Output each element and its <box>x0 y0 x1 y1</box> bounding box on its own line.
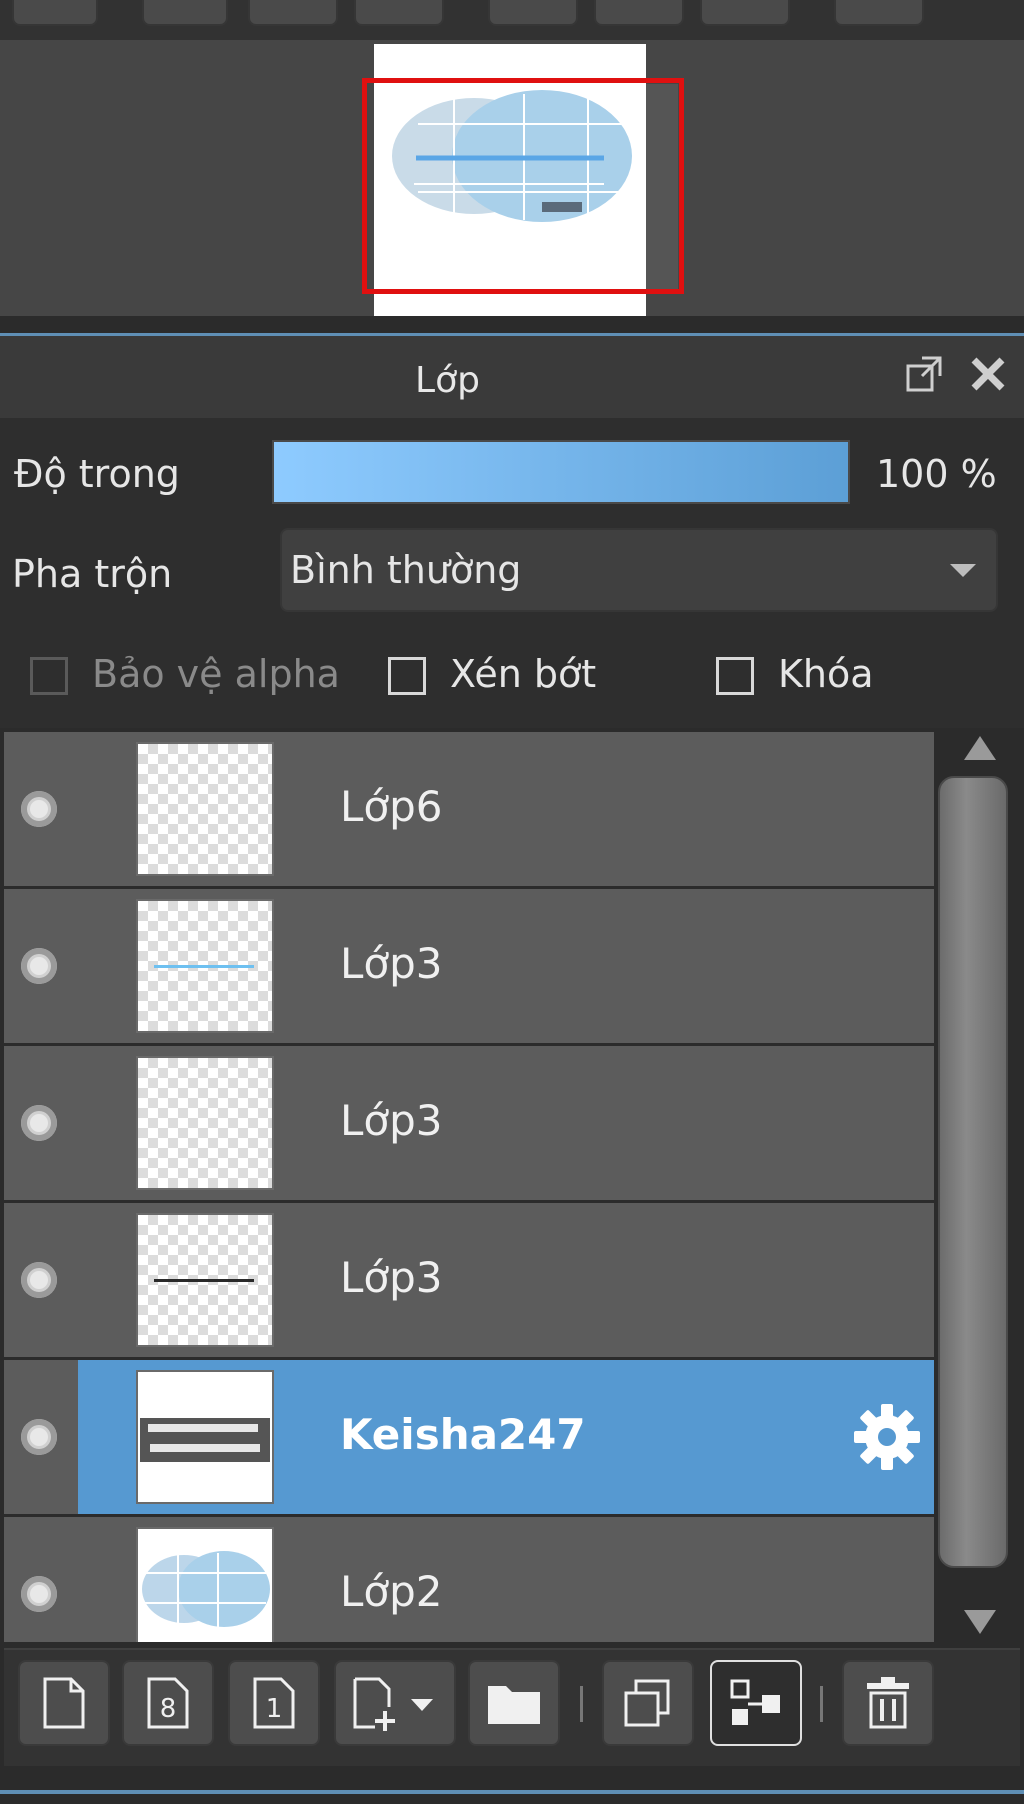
toolbar-button[interactable] <box>354 0 444 26</box>
delete-layer-button[interactable] <box>842 1660 934 1746</box>
popout-icon[interactable] <box>904 354 944 394</box>
add-layer-menu-button[interactable] <box>334 1660 456 1746</box>
layer-thumbnail <box>136 1213 274 1347</box>
toolbar-divider <box>820 1686 823 1722</box>
visibility-toggle[interactable] <box>21 948 57 984</box>
layer-thumbnail <box>136 1370 274 1504</box>
visibility-toggle[interactable] <box>21 1262 57 1298</box>
layer-row-selected[interactable]: Keisha247 <box>4 1360 934 1517</box>
gear-icon[interactable] <box>850 1400 924 1474</box>
layer-actions-toolbar: 8 1 <box>4 1648 1020 1766</box>
trash-icon <box>867 1677 909 1729</box>
viewport-rectangle[interactable] <box>362 78 684 294</box>
layer-row[interactable]: Lớp2 <box>4 1517 934 1642</box>
duplicate-icon <box>624 1679 670 1727</box>
layer-name: Lớp6 <box>340 782 443 831</box>
layer-name: Lớp3 <box>340 939 443 988</box>
lock-checkbox[interactable] <box>716 657 754 695</box>
opacity-slider[interactable] <box>272 440 850 504</box>
visibility-toggle[interactable] <box>21 1105 57 1141</box>
new-folder-button[interactable] <box>468 1660 560 1746</box>
merge-down-icon <box>730 1679 780 1725</box>
new-8bit-layer-button[interactable]: 8 <box>122 1660 214 1746</box>
visibility-toggle[interactable] <box>21 1576 57 1612</box>
folder-icon <box>488 1686 540 1724</box>
layer-row[interactable]: Lớp6 <box>4 732 934 889</box>
layer-row[interactable]: Lớp3 <box>4 889 934 1046</box>
visibility-toggle[interactable] <box>21 791 57 827</box>
opacity-label: Độ trong <box>14 452 180 496</box>
clip-label: Xén bớt <box>450 652 597 696</box>
navigator-panel <box>0 40 1024 316</box>
layer-name: Lớp2 <box>340 1567 443 1616</box>
layer-thumbnail <box>136 899 274 1033</box>
layer-row[interactable]: Lớp3 <box>4 1203 934 1360</box>
toolbar-button[interactable] <box>834 0 924 26</box>
layer-panel-header: Lớp <box>0 336 1024 418</box>
alpha-protect-label: Bảo vệ alpha <box>92 652 340 696</box>
layer-thumbnail <box>136 1527 274 1642</box>
chevron-down-icon <box>950 564 976 577</box>
layer-1bit-icon: 1 <box>253 1677 295 1729</box>
panel-title: Lớp <box>415 360 480 401</box>
toolbar-button[interactable] <box>700 0 790 26</box>
duplicate-layer-button[interactable] <box>602 1660 694 1746</box>
scroll-down-arrow[interactable] <box>964 1610 996 1634</box>
layer-name: Keisha247 <box>340 1410 586 1459</box>
svg-text:8: 8 <box>160 1694 177 1724</box>
alpha-protect-checkbox[interactable] <box>30 657 68 695</box>
opacity-value: 100 % <box>876 452 997 496</box>
blend-label: Pha trộn <box>12 552 173 596</box>
panel-divider <box>0 1790 1024 1794</box>
blend-mode-value: Bình thường <box>290 548 522 592</box>
layer-name: Lớp3 <box>340 1096 443 1145</box>
new-1bit-layer-button[interactable]: 1 <box>228 1660 320 1746</box>
toolbar-button[interactable] <box>12 0 98 26</box>
layer-list: Lớp6 Lớp3 Lớp3 Lớp3 Keisha247 Lớp2 <box>4 732 934 1642</box>
blend-mode-select[interactable]: Bình thường <box>280 528 998 612</box>
toolbar-button[interactable] <box>248 0 338 26</box>
scroll-up-arrow[interactable] <box>964 736 996 760</box>
toolbar-button[interactable] <box>488 0 578 26</box>
lock-label: Khóa <box>778 652 874 696</box>
new-page-icon <box>43 1677 85 1729</box>
top-toolbar <box>0 0 1024 40</box>
toolbar-divider <box>580 1686 583 1722</box>
close-icon[interactable] <box>968 354 1008 394</box>
layer-row[interactable]: Lớp3 <box>4 1046 934 1203</box>
toolbar-button[interactable] <box>142 0 228 26</box>
scroll-thumb[interactable] <box>938 776 1008 1568</box>
layer-thumbnail <box>136 742 274 876</box>
toolbar-button[interactable] <box>594 0 684 26</box>
add-layer-dropdown-icon <box>353 1677 433 1731</box>
visibility-toggle[interactable] <box>21 1419 57 1455</box>
merge-down-button[interactable] <box>710 1660 802 1746</box>
layer-name: Lớp3 <box>340 1253 443 1302</box>
layer-list-scrollbar[interactable] <box>936 732 1024 1642</box>
svg-text:1: 1 <box>266 1694 283 1724</box>
clip-checkbox[interactable] <box>388 657 426 695</box>
new-layer-button[interactable] <box>18 1660 110 1746</box>
layer-8bit-icon: 8 <box>147 1677 189 1729</box>
layer-thumbnail <box>136 1056 274 1190</box>
